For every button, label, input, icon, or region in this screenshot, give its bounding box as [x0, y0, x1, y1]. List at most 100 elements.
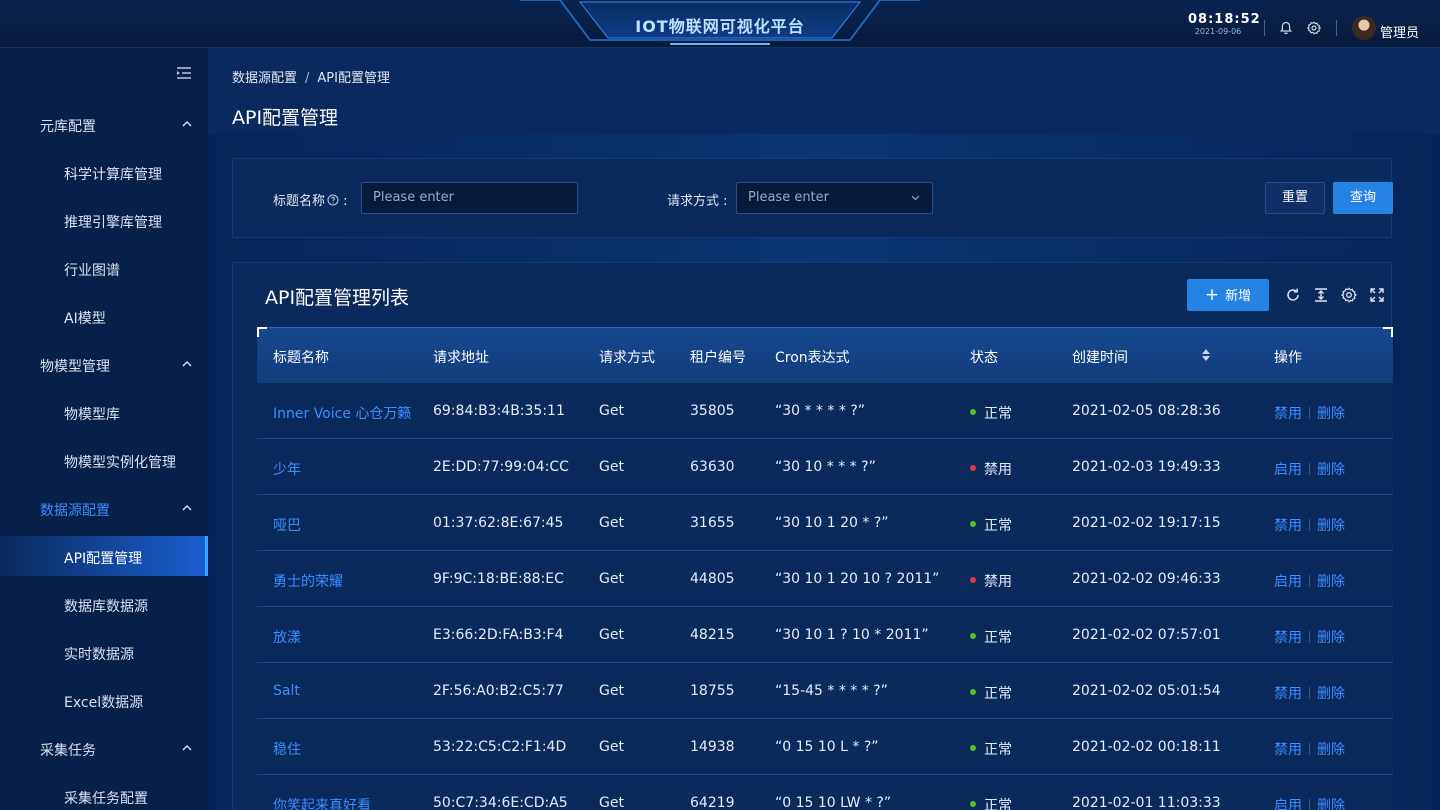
row-cron: “30 10 * * * ?”: [775, 459, 876, 475]
row-status-text: 禁用: [984, 574, 1012, 590]
sidebar-item-ai-model[interactable]: AI模型: [64, 308, 106, 328]
menu-collapse-icon[interactable]: [176, 66, 192, 80]
row-status-text: 正常: [984, 406, 1012, 422]
action-divider: [1309, 687, 1310, 699]
sidebar-item-industry-graph[interactable]: 行业图谱: [64, 260, 120, 280]
row-delete-button[interactable]: 删除: [1317, 683, 1345, 703]
column-header-actions: 操作: [1274, 350, 1302, 366]
reset-button[interactable]: 重置: [1265, 182, 1325, 214]
title-filter-input[interactable]: Please enter: [361, 182, 578, 214]
row-tenant: 44805: [690, 571, 735, 587]
add-button[interactable]: + 新增: [1187, 279, 1269, 311]
status-dot: [970, 521, 976, 527]
avatar[interactable]: [1352, 16, 1376, 40]
row-delete-button[interactable]: 删除: [1317, 627, 1345, 647]
row-delete-button[interactable]: 删除: [1317, 795, 1345, 810]
sidebar-group-collection-task[interactable]: 采集任务: [40, 740, 96, 760]
fullscreen-icon[interactable]: [1369, 287, 1385, 303]
row-title-link[interactable]: 哑巴: [273, 515, 301, 535]
bell-icon[interactable]: [1279, 21, 1293, 35]
row-cron: “0 15 10 LW * ?”: [775, 795, 892, 810]
sidebar-item-inference-engine[interactable]: 推理引擎库管理: [64, 212, 162, 232]
row-delete-button[interactable]: 删除: [1317, 403, 1345, 423]
column-header-created[interactable]: 创建时间: [1072, 347, 1128, 367]
sidebar-group-data-source[interactable]: 数据源配置: [40, 500, 110, 520]
row-delete-button[interactable]: 删除: [1317, 571, 1345, 591]
status-dot: [970, 689, 976, 695]
row-delete-button[interactable]: 删除: [1317, 739, 1345, 759]
row-toggle-button[interactable]: 禁用: [1274, 403, 1302, 423]
row-title-link[interactable]: 你笑起来真好看: [273, 795, 371, 810]
method-filter-select[interactable]: Please enter: [736, 182, 933, 214]
column-header-method: 请求方式: [599, 350, 655, 366]
row-delete-button[interactable]: 删除: [1317, 515, 1345, 535]
row-cron: “30 10 1 20 10 ? 2011”: [775, 571, 940, 587]
action-divider: [1309, 631, 1310, 643]
column-header-cron: Cron表达式: [775, 350, 850, 366]
row-method: Get: [599, 739, 624, 755]
row-tenant: 35805: [690, 403, 735, 419]
row-created-time: 2021-02-02 07:57:01: [1072, 627, 1221, 643]
sidebar: 元库配置 科学计算库管理 推理引擎库管理 行业图谱 AI模型 物模型管理 物模型…: [0, 48, 208, 810]
chevron-up-icon[interactable]: [182, 505, 192, 511]
sidebar-item-realtime-source[interactable]: 实时数据源: [64, 644, 134, 664]
row-toggle-button[interactable]: 启用: [1274, 459, 1302, 479]
sidebar-group-library[interactable]: 元库配置: [40, 116, 96, 136]
row-toggle-button[interactable]: 禁用: [1274, 627, 1302, 647]
row-status-text: 正常: [984, 798, 1012, 810]
chevron-up-icon[interactable]: [182, 361, 192, 367]
breadcrumb-parent[interactable]: 数据源配置: [232, 71, 297, 86]
row-toggle-button[interactable]: 禁用: [1274, 683, 1302, 703]
sidebar-item-api-config[interactable]: API配置管理: [64, 548, 142, 568]
help-icon[interactable]: [327, 194, 339, 206]
chevron-up-icon[interactable]: [182, 121, 192, 127]
row-title-link[interactable]: Inner Voice 心仓万籁: [273, 403, 411, 423]
status-dot: [970, 633, 976, 639]
refresh-icon[interactable]: [1285, 287, 1301, 303]
row-title-link[interactable]: 放漾: [273, 627, 301, 647]
row-toggle-button[interactable]: 禁用: [1274, 739, 1302, 759]
row-title-link[interactable]: Salt: [273, 683, 300, 699]
breadcrumb-separator: /: [305, 71, 310, 86]
sidebar-item-excel-source[interactable]: Excel数据源: [64, 692, 143, 712]
row-title-link[interactable]: 稳住: [273, 739, 301, 759]
list-panel: API配置管理列表 + 新增 标题名称 请求地址 请求方式 租户编号 Cron表达…: [232, 262, 1393, 810]
sidebar-item-database-source[interactable]: 数据库数据源: [64, 596, 148, 616]
row-address: 01:37:62:8E:67:45: [433, 515, 564, 531]
gear-icon[interactable]: [1307, 21, 1321, 35]
status-dot: [970, 745, 976, 751]
row-method: Get: [599, 459, 624, 475]
sidebar-item-thing-model-library[interactable]: 物模型库: [64, 404, 120, 424]
top-bar: IOT物联网可视化平台 08:18:52 2021-09-06 管理员: [0, 0, 1440, 48]
row-title-link[interactable]: 勇士的荣耀: [273, 571, 343, 591]
clock-time: 08:18:52: [1188, 12, 1261, 27]
table-row: 稳住 53:22:C5:C2:F1:4D Get 14938 “0 15 10 L * …: [257, 719, 1393, 775]
method-filter-label-text: 请求方式: [667, 194, 720, 209]
chevron-up-icon[interactable]: [182, 745, 192, 751]
row-status-text: 正常: [984, 742, 1012, 758]
column-height-icon[interactable]: [1313, 287, 1329, 303]
sidebar-item-thing-model-instances[interactable]: 物模型实例化管理: [64, 452, 176, 472]
row-toggle-button[interactable]: 启用: [1274, 795, 1302, 810]
row-toggle-button[interactable]: 禁用: [1274, 515, 1302, 535]
row-address: 2F:56:A0:B2:C5:77: [433, 683, 564, 699]
row-delete-button[interactable]: 删除: [1317, 459, 1345, 479]
status-dot: [970, 409, 976, 415]
sidebar-group-thing-model[interactable]: 物模型管理: [40, 356, 110, 376]
row-cron: “30 10 1 20 * ?”: [775, 515, 889, 531]
row-toggle-button[interactable]: 启用: [1274, 571, 1302, 591]
row-address: 2E:DD:77:99:04:CC: [433, 459, 569, 475]
settings-icon[interactable]: [1341, 287, 1357, 303]
sort-icon[interactable]: [1201, 348, 1211, 362]
main-content: 数据源配置 / API配置管理 API配置管理 标题名称 : Please ente…: [208, 48, 1440, 810]
username[interactable]: 管理员: [1380, 22, 1419, 41]
query-button[interactable]: 查询: [1333, 182, 1393, 214]
row-cron: “30 * * * * ?”: [775, 403, 866, 419]
table-row: Salt 2F:56:A0:B2:C5:77 Get 18755 “15-45 * * …: [257, 663, 1393, 719]
row-title-link[interactable]: 少年: [273, 459, 301, 479]
corner-decoration: [257, 327, 267, 337]
sidebar-item-scientific-computing[interactable]: 科学计算库管理: [64, 164, 162, 184]
table-row: 勇士的荣耀 9F:9C:18:BE:88:EC Get 44805 “30 10 1 2…: [257, 551, 1393, 607]
sidebar-item-collection-task-config[interactable]: 采集任务配置: [64, 788, 148, 808]
column-header-title: 标题名称: [273, 350, 329, 366]
